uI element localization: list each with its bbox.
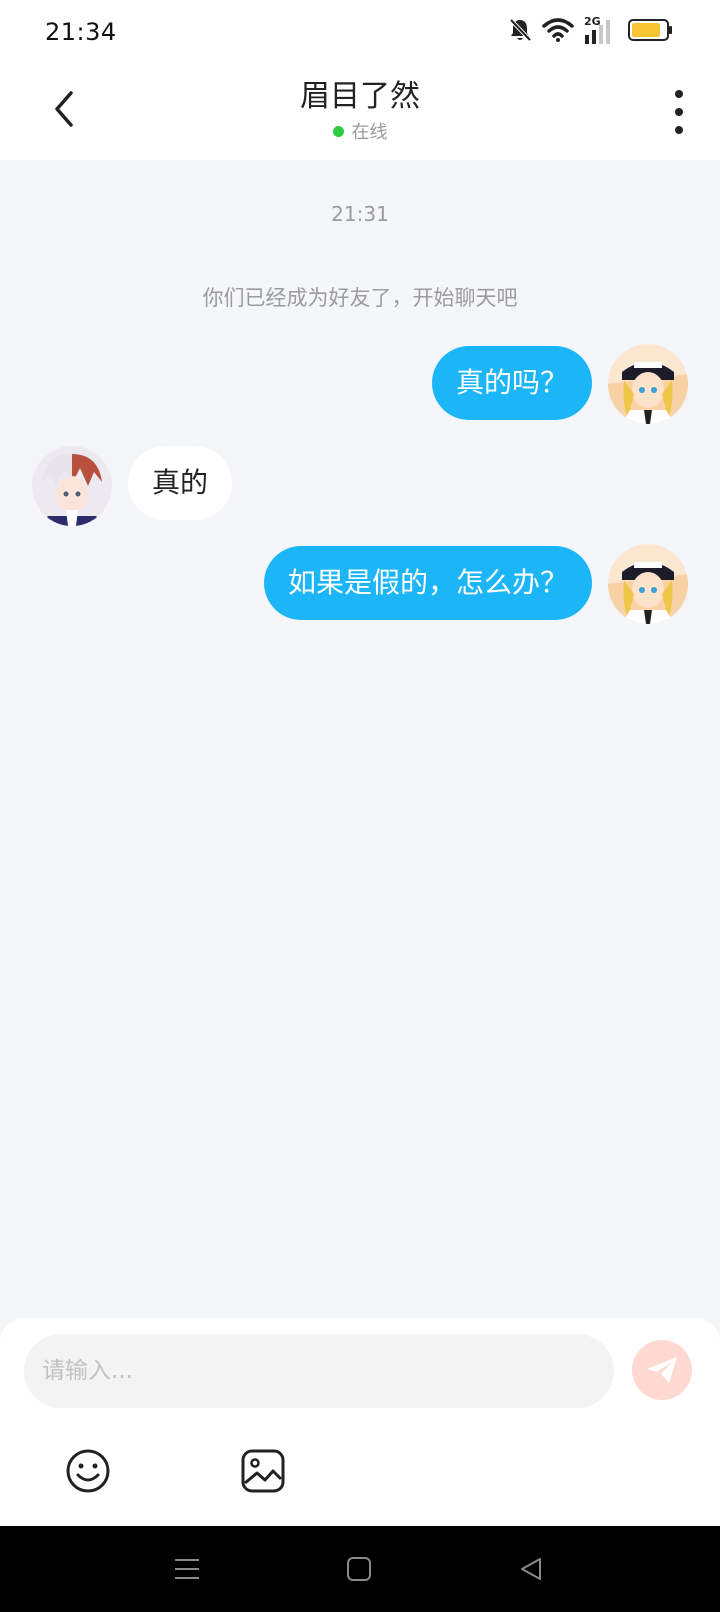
back-triangle-icon xyxy=(521,1558,541,1580)
system-message: 你们已经成为好友了，开始聊天吧 xyxy=(202,286,518,310)
more-dot xyxy=(675,108,683,116)
image-icon xyxy=(241,1449,285,1493)
status-time: 21:34 xyxy=(45,18,117,46)
online-status-text: 在线 xyxy=(351,122,388,143)
back-button[interactable] xyxy=(42,84,86,134)
more-dot xyxy=(675,126,683,134)
image-button[interactable] xyxy=(238,1446,288,1496)
status-bar: 21:34 2G xyxy=(0,0,720,64)
chat-title-block: 眉目了然 在线 xyxy=(160,78,560,144)
message-timestamp: 21:31 xyxy=(331,202,389,226)
message-bubble-received[interactable]: 真的 xyxy=(128,446,233,520)
paper-plane-icon xyxy=(647,1357,677,1383)
system-back-button[interactable] xyxy=(514,1552,548,1586)
back-arrow-icon xyxy=(55,91,73,127)
more-vertical-icon xyxy=(675,90,683,98)
chat-header: 眉目了然 在线 xyxy=(0,64,720,160)
online-status: 在线 xyxy=(160,118,560,144)
wifi-icon xyxy=(542,18,574,46)
my-avatar[interactable] xyxy=(608,344,688,424)
message-bubble-sent[interactable]: 如果是假的，怎么办？ xyxy=(263,546,592,620)
bell-muted-icon xyxy=(508,17,532,47)
more-options-button[interactable] xyxy=(668,90,690,134)
recent-apps-button[interactable] xyxy=(170,1552,204,1586)
message-input[interactable] xyxy=(24,1334,614,1408)
menu-icon xyxy=(175,1559,199,1579)
contact-avatar[interactable] xyxy=(32,446,112,526)
chat-title: 眉目了然 xyxy=(300,79,420,114)
battery-icon xyxy=(628,18,674,46)
cellular-signal-icon: 2G xyxy=(584,15,618,45)
home-button[interactable] xyxy=(342,1552,376,1586)
status-icons: 2G xyxy=(508,15,674,47)
message-list[interactable]: 21:31 你们已经成为好友了，开始聊天吧 真的吗？ 真的 如果是假的，怎么办？ xyxy=(0,160,720,1320)
emoji-icon xyxy=(66,1449,110,1493)
home-icon xyxy=(347,1557,371,1581)
message-bubble-sent[interactable]: 真的吗？ xyxy=(431,346,592,420)
composer-panel xyxy=(0,1318,720,1526)
my-avatar[interactable] xyxy=(608,544,688,624)
online-dot-icon xyxy=(332,125,344,137)
system-navigation-bar xyxy=(0,1526,720,1612)
send-button[interactable] xyxy=(632,1340,692,1400)
emoji-button[interactable] xyxy=(63,1446,113,1496)
